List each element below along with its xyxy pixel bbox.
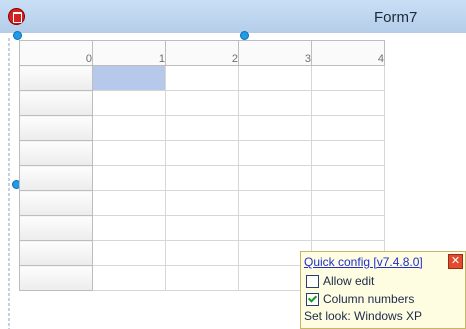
grid-cell[interactable] — [165, 115, 239, 141]
grid-cell[interactable] — [165, 65, 239, 91]
quick-config-link[interactable]: Quick config [v7.4.8.0] — [304, 255, 423, 269]
column-numbers-checkbox[interactable] — [306, 293, 319, 306]
column-header-2[interactable]: 2 — [165, 40, 239, 66]
resize-handle-top-left[interactable] — [13, 31, 22, 40]
grid-cell[interactable] — [238, 140, 312, 166]
grid-row — [19, 65, 385, 91]
set-look-label[interactable]: Set look: Windows XP — [304, 309, 422, 323]
grid-row — [19, 190, 385, 216]
row-header[interactable] — [19, 115, 93, 141]
grid-cell[interactable] — [165, 165, 239, 191]
grid-cell[interactable] — [165, 215, 239, 241]
quick-config-panel: Quick config [v7.4.8.0] ✕ Allow edit Col… — [300, 251, 466, 329]
close-icon[interactable]: ✕ — [448, 254, 463, 269]
grid-cell[interactable] — [238, 115, 312, 141]
grid-cell[interactable] — [92, 115, 166, 141]
row-header[interactable] — [19, 265, 93, 291]
grid-cell[interactable] — [238, 190, 312, 216]
row-header[interactable] — [19, 190, 93, 216]
app-icon[interactable] — [8, 8, 25, 25]
grid-row — [19, 215, 385, 241]
grid-row — [19, 115, 385, 141]
grid-cell[interactable] — [311, 165, 385, 191]
column-header-4[interactable]: 4 — [311, 40, 385, 66]
grid-cell[interactable] — [238, 215, 312, 241]
grid-cell[interactable] — [311, 140, 385, 166]
grid-cell[interactable] — [165, 265, 239, 291]
grid-cell[interactable] — [165, 90, 239, 116]
grid-cell[interactable] — [311, 115, 385, 141]
resize-handle-top-middle[interactable] — [240, 31, 249, 40]
grid-cell[interactable] — [92, 240, 166, 266]
row-header[interactable] — [19, 240, 93, 266]
row-header[interactable] — [19, 165, 93, 191]
column-header-0[interactable]: 0 — [19, 40, 93, 66]
grid-cell[interactable] — [311, 90, 385, 116]
column-header-3[interactable]: 3 — [238, 40, 312, 66]
grid-cell[interactable] — [311, 65, 385, 91]
grid-cell[interactable] — [238, 65, 312, 91]
grid-cell[interactable] — [92, 65, 166, 91]
grid-cell[interactable] — [92, 165, 166, 191]
row-header[interactable] — [19, 90, 93, 116]
grid-cell[interactable] — [238, 90, 312, 116]
grid-cell[interactable] — [92, 265, 166, 291]
title-bar: Form7 — [0, 0, 466, 34]
row-header[interactable] — [19, 215, 93, 241]
grid-row — [19, 90, 385, 116]
grid-cell[interactable] — [165, 140, 239, 166]
grid-row — [19, 140, 385, 166]
grid-cell[interactable] — [92, 215, 166, 241]
grid-cell[interactable] — [92, 140, 166, 166]
grid-header-row: 0 1 2 3 4 — [19, 40, 385, 66]
designer-guide-line — [8, 37, 10, 329]
grid-cell[interactable] — [165, 190, 239, 216]
window-title: Form7 — [374, 9, 418, 26]
grid-cell[interactable] — [311, 215, 385, 241]
grid-cell[interactable] — [92, 90, 166, 116]
grid-row — [19, 165, 385, 191]
grid-cell[interactable] — [92, 190, 166, 216]
grid-cell[interactable] — [311, 190, 385, 216]
grid-cell[interactable] — [165, 240, 239, 266]
row-header[interactable] — [19, 140, 93, 166]
column-header-1[interactable]: 1 — [92, 40, 166, 66]
allow-edit-checkbox[interactable] — [306, 275, 319, 288]
grid-cell[interactable] — [238, 165, 312, 191]
allow-edit-label: Allow edit — [323, 274, 375, 288]
row-header[interactable] — [19, 65, 93, 91]
column-numbers-label: Column numbers — [323, 292, 415, 306]
